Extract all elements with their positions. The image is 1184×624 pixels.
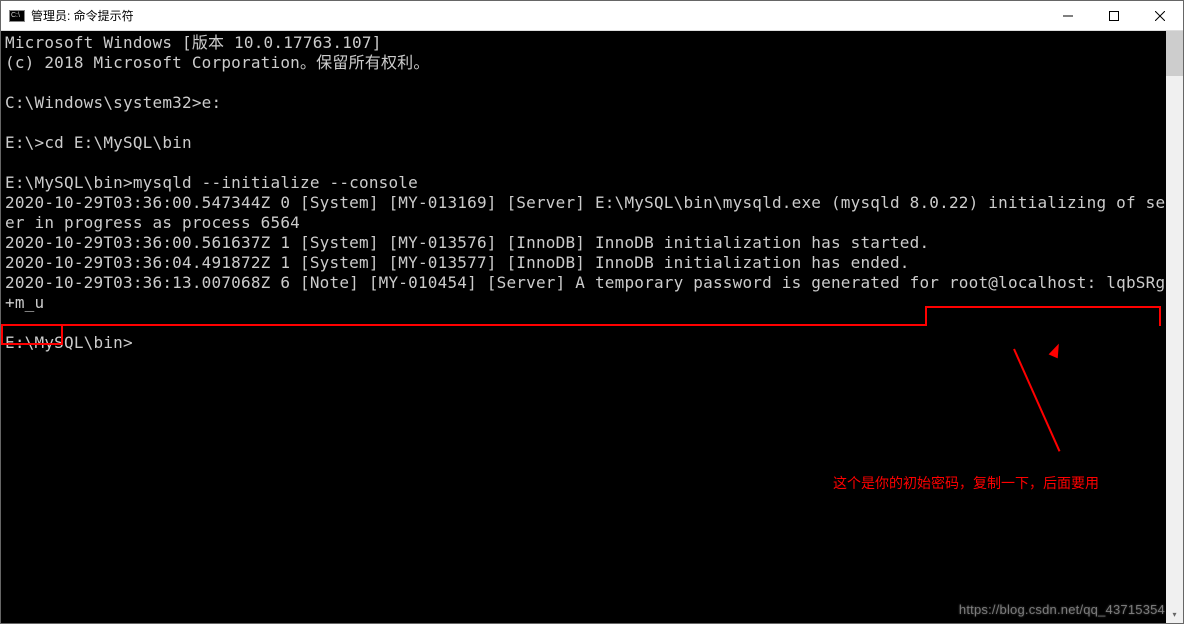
cmd-window: C:\ 管理员: 命令提示符 Microsoft Windows [版本 10.…: [0, 0, 1184, 624]
scroll-down-arrow[interactable]: ▾: [1166, 606, 1183, 623]
window-title: 管理员: 命令提示符: [31, 7, 1045, 24]
watermark-text: https://blog.csdn.net/qq_43715354: [959, 602, 1165, 617]
title-bar[interactable]: C:\ 管理员: 命令提示符: [1, 1, 1183, 31]
cmd-icon: C:\: [9, 10, 25, 22]
terminal-output: Microsoft Windows [版本 10.0.17763.107] (c…: [1, 31, 1183, 353]
maximize-button[interactable]: [1091, 1, 1137, 30]
close-button[interactable]: [1137, 1, 1183, 30]
window-controls: [1045, 1, 1183, 30]
scrollbar-thumb[interactable]: [1166, 31, 1183, 76]
minimize-button[interactable]: [1045, 1, 1091, 30]
annotation-arrow-line: [1013, 349, 1060, 452]
terminal-area[interactable]: Microsoft Windows [版本 10.0.17763.107] (c…: [1, 31, 1183, 623]
annotation-text: 这个是你的初始密码，复制一下，后面要用: [833, 473, 1099, 493]
highlight-connector: [1, 324, 927, 326]
vertical-scrollbar[interactable]: ▾: [1166, 31, 1183, 623]
